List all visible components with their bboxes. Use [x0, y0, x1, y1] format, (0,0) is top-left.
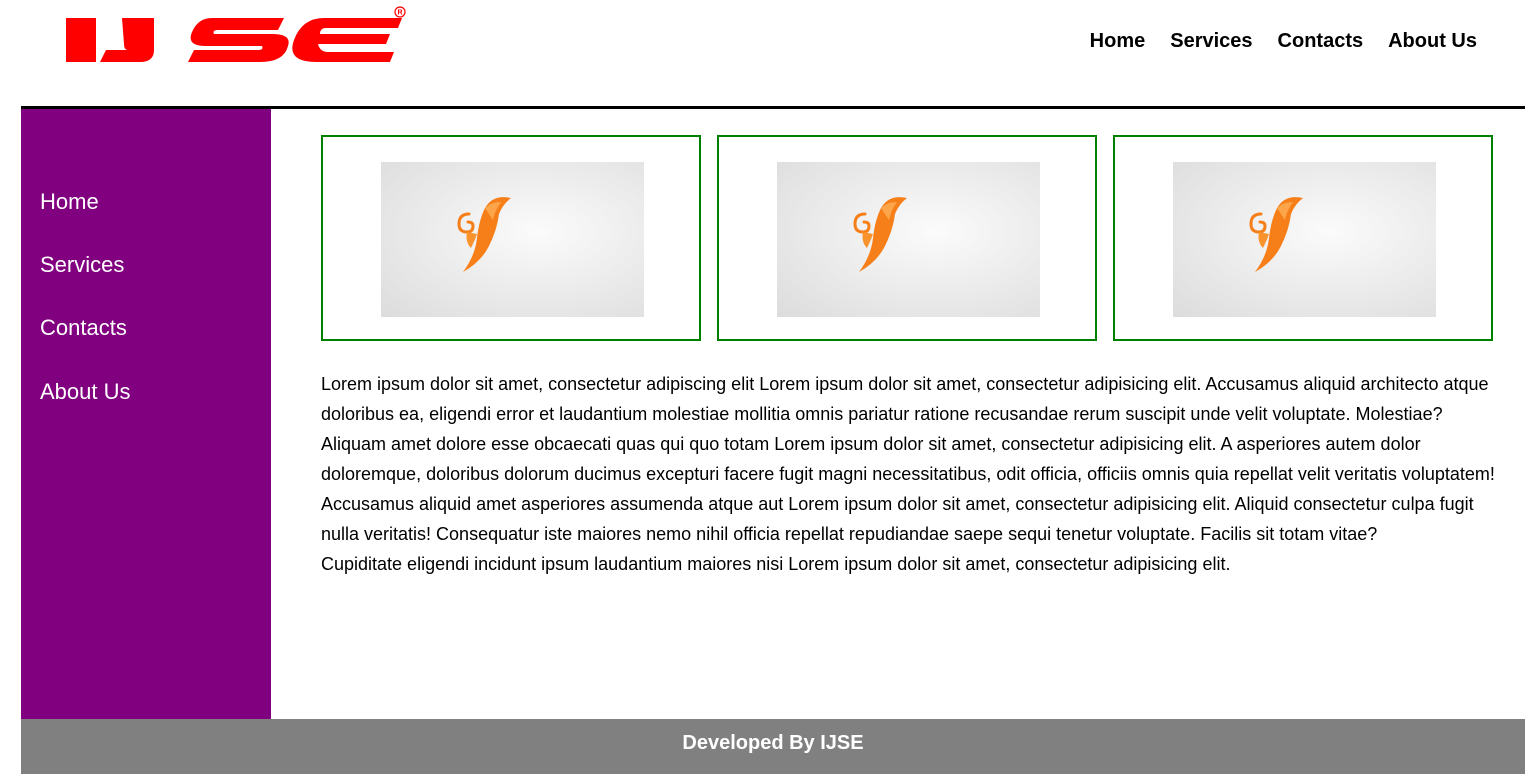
image-card: [321, 135, 701, 341]
site-header: R Home Services Contacts About Us: [0, 0, 1525, 108]
leaf-logo-icon: [457, 197, 511, 272]
image-card: [1113, 135, 1493, 341]
site-footer: Developed By IJSE: [21, 719, 1525, 774]
sidebar: Home Services Contacts About Us: [21, 109, 271, 719]
sidebar-item-contacts[interactable]: Contacts: [40, 316, 127, 340]
leaf-logo-icon: [1249, 197, 1303, 272]
content-paragraph: Lorem ipsum dolor sit amet, consectetur …: [321, 374, 1489, 424]
content-paragraph: Aliquam amet dolore esse obcaecati quas …: [321, 434, 1495, 484]
leaf-logo-icon: [853, 197, 907, 272]
svg-text:R: R: [398, 10, 403, 17]
top-nav-about-us[interactable]: About Us: [1388, 30, 1477, 52]
top-nav-contacts[interactable]: Contacts: [1278, 30, 1364, 52]
footer-credit: Developed By IJSE: [682, 732, 864, 754]
top-nav-services[interactable]: Services: [1170, 30, 1252, 52]
card-image: [1173, 162, 1436, 317]
main-content: Lorem ipsum dolor sit amet, consectetur …: [321, 369, 1501, 579]
top-nav: Home Services Contacts About Us: [1090, 30, 1477, 52]
sidebar-item-home[interactable]: Home: [40, 190, 99, 214]
content-paragraph: Accusamus aliquid amet asperiores assume…: [321, 494, 1474, 544]
sidebar-item-services[interactable]: Services: [40, 253, 124, 277]
content-paragraph: Cupiditate eligendi incidunt ipsum lauda…: [321, 554, 1231, 574]
top-nav-home[interactable]: Home: [1090, 30, 1146, 52]
ijse-logo[interactable]: R: [62, 4, 412, 68]
card-image: [381, 162, 644, 317]
sidebar-item-about-us[interactable]: About Us: [40, 380, 131, 404]
image-card: [717, 135, 1097, 341]
card-image: [777, 162, 1040, 317]
